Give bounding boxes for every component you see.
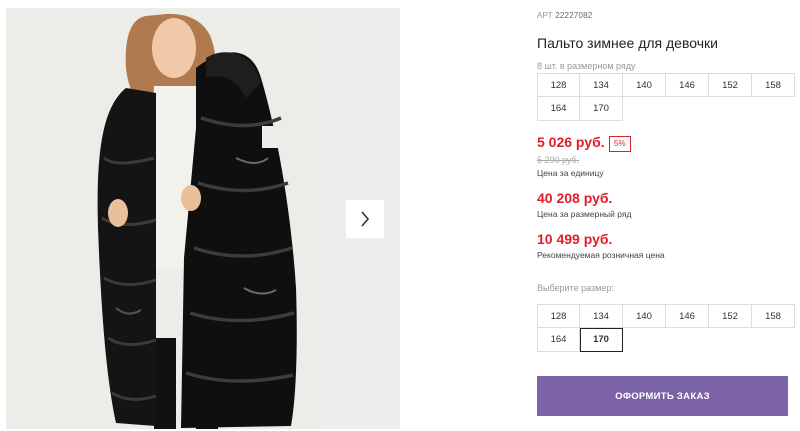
retail-price-label: Рекомендуемая розничная цена [537,250,665,260]
unit-price: 5 026 руб. [537,134,605,150]
article-number: АРТ 22227082 [537,11,592,20]
pack-size-label: 8 шт. в размерном ряду [537,61,636,71]
pack-price-label: Цена за размерный ряд [537,209,632,219]
pack-size-cell: 140 [623,73,666,97]
place-order-button[interactable]: ОФОРМИТЬ ЗАКАЗ [537,376,788,416]
gallery-next-button[interactable] [346,200,384,238]
size-option[interactable]: 146 [666,304,709,328]
pack-size-cell: 170 [580,97,623,121]
size-picker-label: Выберите размер: [537,283,614,293]
chevron-right-icon [361,211,370,227]
product-gallery [6,8,400,429]
product-title: Пальто зимнее для девочки [537,35,718,51]
discount-badge: 5% [609,136,631,152]
product-photo[interactable] [6,8,322,429]
pack-size-grid: 128 134 140 146 152 158 164 170 [537,73,795,121]
unit-price-label: Цена за единицу [537,168,604,178]
size-option[interactable]: 140 [623,304,666,328]
pack-size-cell: 134 [580,73,623,97]
size-option[interactable]: 128 [537,304,580,328]
pack-size-cell: 152 [709,73,752,97]
product-page: АРТ 22227082 Пальто зимнее для девочки 8… [0,0,800,431]
coat-illustration [6,8,322,429]
pack-size-cell: 158 [752,73,795,97]
size-picker-grid: 128 134 140 146 152 158 164 170 [537,304,795,352]
pack-price: 40 208 руб. [537,190,613,206]
retail-price: 10 499 руб. [537,231,613,247]
article-label: АРТ [537,11,553,20]
size-option[interactable]: 134 [580,304,623,328]
old-price: 5 290 руб. [537,155,580,165]
size-option-selected[interactable]: 170 [580,328,623,352]
size-option[interactable]: 164 [537,328,580,352]
pack-size-cell: 128 [537,73,580,97]
size-option[interactable]: 158 [752,304,795,328]
article-code: 22227082 [555,11,593,20]
size-option[interactable]: 152 [709,304,752,328]
pack-size-cell: 164 [537,97,580,121]
pack-size-cell: 146 [666,73,709,97]
